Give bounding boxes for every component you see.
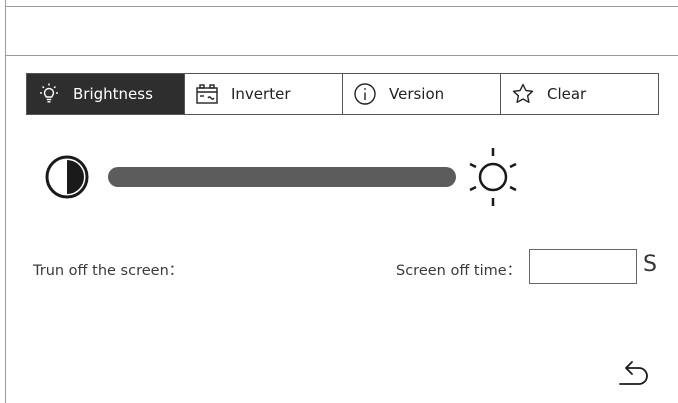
brightness-slider-fill <box>108 167 456 187</box>
seconds-unit-label: S <box>643 252 657 277</box>
battery-inverter-icon <box>195 82 219 106</box>
screen-off-time-input[interactable] <box>529 249 637 284</box>
brightness-slider[interactable] <box>108 167 456 187</box>
sun-icon <box>464 146 522 208</box>
tab-brightness-label: Brightness <box>73 85 153 103</box>
tab-version[interactable]: Version <box>342 74 500 114</box>
screen-off-time-label: Screen off time： <box>396 263 522 279</box>
tab-clear-label: Clear <box>547 85 587 103</box>
top-border <box>5 6 678 7</box>
back-arrow-icon[interactable] <box>615 356 655 392</box>
tab-version-label: Version <box>389 85 445 103</box>
header-divider <box>5 55 678 56</box>
tab-inverter-label: Inverter <box>231 85 291 103</box>
light-bulb-icon <box>37 82 61 106</box>
tab-clear[interactable]: Clear <box>500 74 658 114</box>
left-border <box>5 0 6 403</box>
info-icon <box>353 82 377 106</box>
contrast-icon <box>44 154 90 200</box>
tab-brightness[interactable]: Brightness <box>27 74 184 114</box>
tab-inverter[interactable]: Inverter <box>184 74 342 114</box>
star-icon <box>511 82 535 106</box>
turn-off-screen-label: Trun off the screen： <box>33 263 184 279</box>
settings-tabbar: Brightness Inverter Version Clear <box>26 73 659 115</box>
